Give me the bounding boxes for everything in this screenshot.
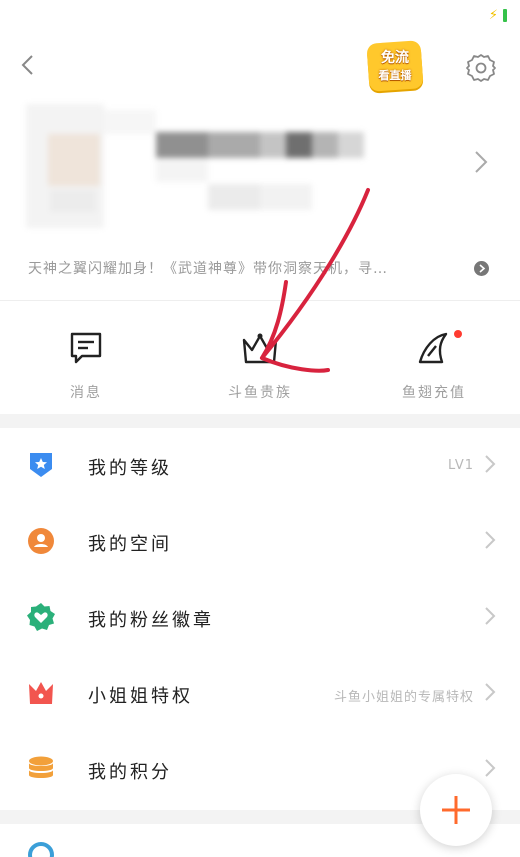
- quick-actions: 消息 斗鱼贵族 鱼翅充值: [0, 302, 520, 412]
- menu-value: LV1: [448, 458, 474, 473]
- quick-messages[interactable]: 消息: [16, 326, 156, 402]
- heart-badge-icon: [26, 602, 56, 632]
- gear-icon: [466, 54, 496, 82]
- partial-row-icon: [28, 842, 54, 857]
- profile-card[interactable]: [0, 98, 520, 238]
- menu-item-space[interactable]: 我的空间: [0, 504, 520, 580]
- divider: [0, 300, 520, 301]
- notification-dot: [454, 330, 462, 338]
- menu-label: 小姐姐特权: [88, 686, 193, 707]
- quick-recharge[interactable]: 鱼翅充值: [364, 326, 504, 402]
- settings-button[interactable]: [462, 49, 500, 87]
- back-button[interactable]: [12, 48, 42, 82]
- menu-value: 斗鱼小姐姐的专属特权: [333, 690, 474, 705]
- person-circle-icon: [26, 526, 56, 556]
- chevron-left-icon: [21, 55, 33, 75]
- quick-label: 斗鱼贵族: [228, 385, 292, 401]
- profile-chevron: [474, 150, 488, 178]
- menu-label: 我的粉丝徽章: [88, 610, 214, 631]
- promo-text: 天神之翼闪耀加身！《武道神尊》带你洞察天机，寻…: [28, 261, 388, 277]
- crown-fill-icon: [26, 678, 56, 708]
- lightning-icon: ⚡: [488, 8, 498, 23]
- add-button[interactable]: [420, 774, 492, 846]
- arrow-circle-icon: [474, 261, 489, 276]
- chevron-right-icon: [484, 530, 496, 554]
- quick-nobility[interactable]: 斗鱼贵族: [190, 326, 330, 402]
- badge-line-2: 看直播: [378, 69, 412, 82]
- chevron-right-icon: [484, 454, 496, 478]
- menu-label: 我的空间: [88, 534, 172, 555]
- quick-label: 鱼翅充值: [402, 385, 466, 401]
- chevron-right-icon: [484, 606, 496, 630]
- menu-item-level[interactable]: 我的等级 LV1: [0, 428, 520, 504]
- crown-icon: [242, 333, 278, 364]
- quick-label: 消息: [70, 385, 102, 401]
- menu-item-privilege[interactable]: 小姐姐特权 斗鱼小姐姐的专属特权: [0, 656, 520, 732]
- shield-star-icon: [26, 450, 56, 480]
- plus-icon: [442, 796, 470, 824]
- chevron-right-icon: [484, 758, 496, 782]
- free-data-badge[interactable]: 免流 看直播: [366, 40, 424, 92]
- coins-icon: [26, 754, 56, 784]
- message-icon: [70, 332, 102, 364]
- battery-icon: [503, 9, 507, 22]
- badge-line-1: 免流: [381, 50, 409, 66]
- section-gap: [0, 414, 520, 428]
- chevron-right-icon: [484, 682, 496, 706]
- promo-marquee[interactable]: 天神之翼闪耀加身！《武道神尊》带你洞察天机，寻…: [0, 248, 520, 288]
- menu-label: 我的积分: [88, 762, 172, 783]
- fin-icon: [418, 332, 448, 364]
- top-bar: 免流 看直播: [0, 34, 520, 98]
- status-bar: ⚡: [0, 0, 520, 34]
- blurred-profile-info: [26, 104, 376, 228]
- menu-label: 我的等级: [88, 458, 172, 479]
- menu-item-fan-badge[interactable]: 我的粉丝徽章: [0, 580, 520, 656]
- chevron-right-icon: [475, 151, 488, 173]
